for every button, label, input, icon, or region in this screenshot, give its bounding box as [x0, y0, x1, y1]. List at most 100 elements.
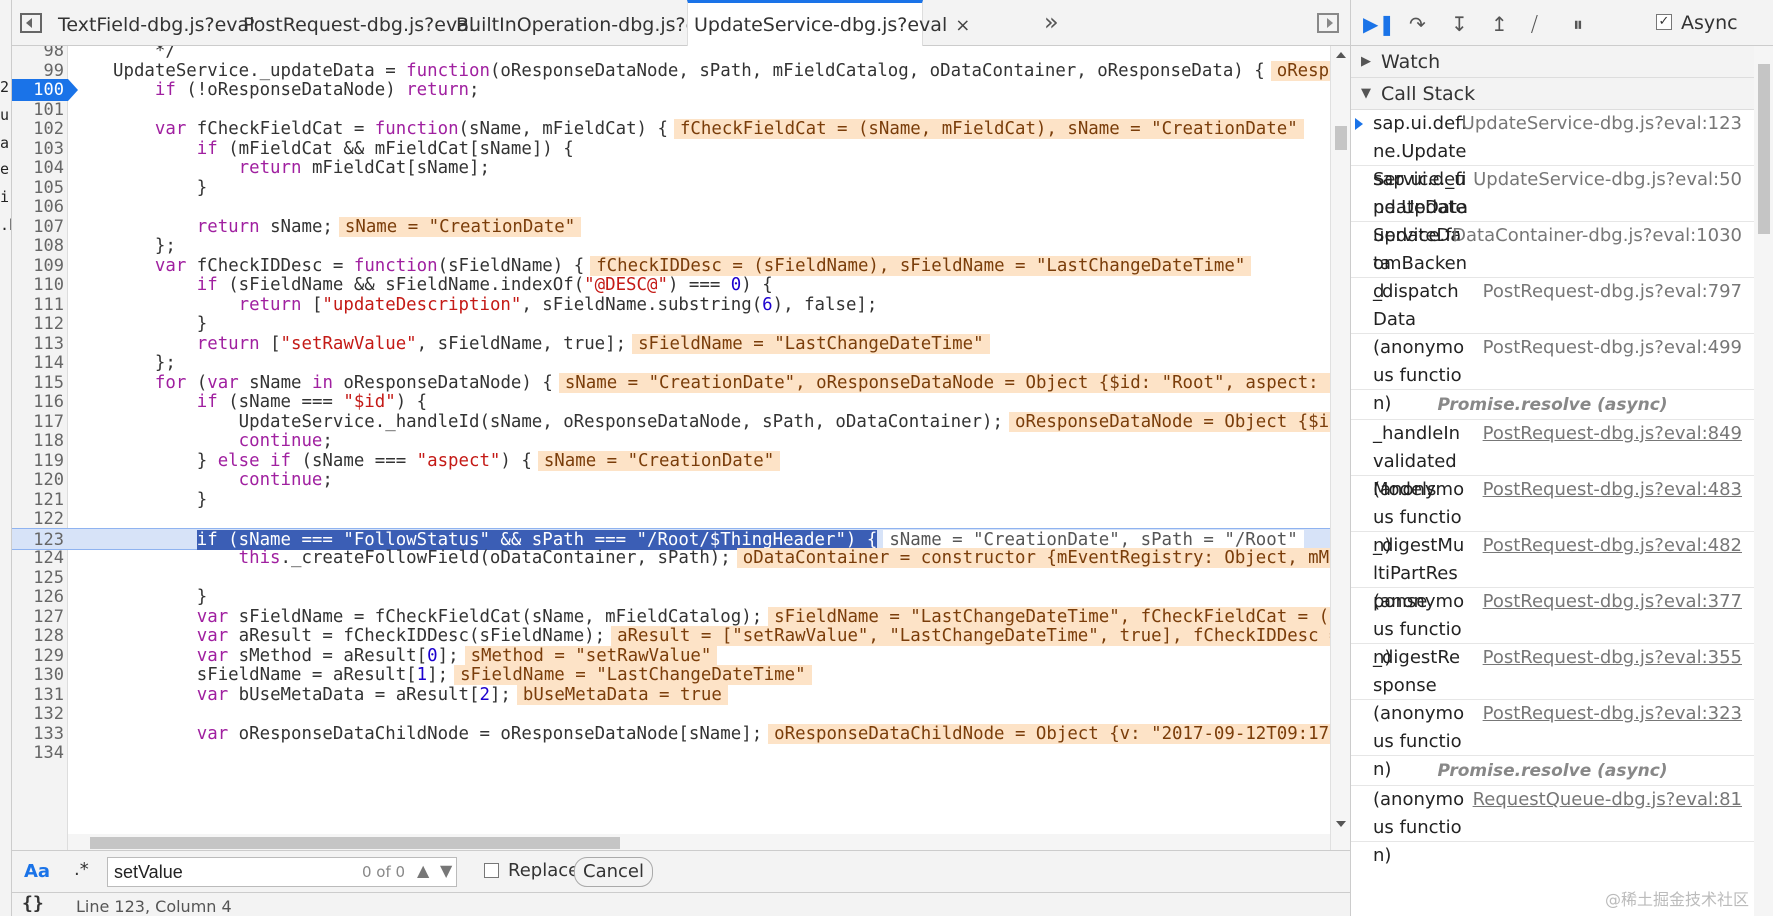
watch-section-header[interactable]: ▶ Watch — [1351, 46, 1754, 78]
code-token: ]; — [427, 665, 449, 685]
vertical-scroll-thumb[interactable] — [1335, 126, 1347, 150]
frame-location-link[interactable]: DataContainer-dbg.js?eval:1030 — [1452, 222, 1742, 250]
code-editor[interactable]: 98 */99 UpdateService._updateData = funct… — [12, 46, 1350, 850]
regex-toggle[interactable]: .* — [74, 859, 89, 880]
call-stack-frame[interactable]: _handleInvalidatedModels PostRequest-dbg.… — [1351, 420, 1754, 500]
pretty-print-button[interactable]: {} — [22, 893, 44, 914]
watch-label: Watch — [1381, 51, 1441, 73]
frame-location-link[interactable]: RequestQueue-dbg.js?eval:81 — [1473, 786, 1742, 814]
vertical-scrollbar[interactable] — [1330, 46, 1350, 850]
code-token: sMethod = aResult[ — [228, 645, 428, 666]
code-token: if — [196, 392, 218, 412]
step-out-icon[interactable]: ↥ — [1491, 12, 1508, 36]
toggle-debugger-icon[interactable] — [1317, 13, 1339, 33]
step-over-icon[interactable]: ↷ — [1409, 12, 1426, 36]
async-checkbox[interactable]: ✓ — [1656, 14, 1672, 30]
call-stack-frame[interactable]: (anonymous function) PostRequest-dbg.js?e… — [1351, 476, 1754, 556]
call-stack-frame[interactable]: (anonymous function) PostRequest-dbg.js?e… — [1351, 334, 1754, 414]
code-token: var — [196, 645, 229, 666]
horizontal-scrollbar[interactable] — [68, 834, 1330, 850]
frame-location-link[interactable]: UpdateService-dbg.js?eval:123 — [1462, 110, 1742, 138]
toggle-navigator-icon[interactable] — [20, 13, 42, 33]
frame-location-link[interactable]: PostRequest-dbg.js?eval:483 — [1483, 476, 1742, 504]
previous-match-icon[interactable]: ▲ — [417, 861, 429, 880]
pause-on-exceptions-icon[interactable]: ⏸ — [1573, 12, 1583, 36]
code-token: [ — [259, 333, 281, 354]
inline-variable-value: fCheckFieldCat = (sName, mFieldCat), sNa… — [673, 119, 1304, 139]
frame-location-link[interactable]: PostRequest-dbg.js?eval:355 — [1483, 644, 1742, 672]
frame-function-name: _digestResponse — [1373, 647, 1461, 696]
resume-icon[interactable]: ▶❚ — [1363, 12, 1395, 36]
tab-3[interactable]: BuiltInOperation-dbg.js?eval — [450, 0, 725, 46]
watermark: @稀土掘金技术社区 — [1605, 890, 1750, 909]
cancel-button[interactable]: Cancel — [574, 857, 653, 887]
code-token: , sFieldName, true]; — [416, 333, 627, 354]
call-stack-frame[interactable]: sap.ui.define.UpdateService.fromBackend U… — [1351, 166, 1754, 302]
step-into-icon[interactable]: ↧ — [1451, 12, 1468, 36]
code-token: } — [113, 587, 208, 607]
deactivate-breakpoints-icon[interactable]: ⧸ — [1531, 12, 1538, 36]
tab-label: BuiltInOperation-dbg.js?eval — [456, 14, 726, 36]
frame-location-link[interactable]: PostRequest-dbg.js?eval:797 — [1483, 278, 1742, 306]
code-token: 0 — [427, 645, 438, 666]
call-stack-frame[interactable]: (anonymous function) RequestQueue-dbg.js?… — [1351, 786, 1754, 866]
frame-location-link[interactable]: PostRequest-dbg.js?eval:377 — [1483, 588, 1742, 616]
scroll-down-icon[interactable] — [1336, 821, 1346, 827]
frame-location-link[interactable]: PostRequest-dbg.js?eval:323 — [1483, 700, 1742, 728]
inline-variable-value: bUseMetaData = true — [516, 684, 728, 705]
call-stack-scroll-thumb[interactable] — [1758, 64, 1770, 234]
code-token: "aspect" — [416, 450, 501, 471]
frame-location-link[interactable]: PostRequest-dbg.js?eval:849 — [1483, 420, 1742, 448]
call-stack-frame[interactable]: (anonymous function) PostRequest-dbg.js?e… — [1351, 588, 1754, 668]
match-case-toggle[interactable]: Aa — [24, 861, 50, 882]
frame-function-name: _dispatchData — [1373, 281, 1459, 330]
line-number[interactable]: 134 — [12, 742, 64, 764]
tab-label: UpdateService-dbg.js?eval — [694, 14, 948, 36]
frame-location-link[interactable]: UpdateService-dbg.js?eval:50 — [1473, 166, 1742, 194]
more-tabs-icon[interactable]: » — [1044, 8, 1059, 36]
code-token: function — [406, 60, 490, 81]
horizontal-scroll-thumb[interactable] — [90, 837, 620, 849]
code-token: sName; — [259, 216, 333, 237]
call-stack-frame[interactable]: (anonymous function) PostRequest-dbg.js?e… — [1351, 700, 1754, 780]
left-panel-edge: 2 uaei .h — [0, 0, 12, 916]
code-token: , sFieldName.substring( — [521, 294, 763, 315]
frame-location-link[interactable]: PostRequest-dbg.js?eval:482 — [1483, 532, 1742, 560]
call-stack-section-header[interactable]: ▼ Call Stack — [1351, 78, 1754, 110]
tab-2[interactable]: PostRequest-dbg.js?eval — [237, 0, 474, 46]
scroll-up-icon[interactable] — [1336, 52, 1346, 58]
code-token: } — [113, 489, 208, 510]
code-token: oResponseDataNode) { — [332, 372, 553, 393]
code-token: (sName, mFieldCat) { — [458, 119, 668, 139]
call-stack-scrollbar[interactable] — [1754, 46, 1773, 916]
code-token: var — [196, 684, 229, 705]
call-stack-frame[interactable]: _dispatchData PostRequest-dbg.js?eval:797 — [1351, 278, 1754, 334]
call-stack-frame[interactable]: sap.ui.define.UpdateService._updateData U… — [1351, 110, 1754, 218]
code-token: bUseMetaData = aResult[ — [228, 684, 480, 705]
replace-checkbox[interactable] — [484, 863, 499, 878]
left-stub-text: e — [0, 160, 10, 178]
inline-variable-value: oResponseDataChildNode = Object {v: "201… — [768, 723, 1346, 744]
frame-location-link[interactable]: PostRequest-dbg.js?eval:499 — [1483, 334, 1742, 362]
code-line[interactable]: 134 — [12, 742, 1332, 764]
tab-label: PostRequest-dbg.js?eval — [243, 14, 475, 36]
tab-4[interactable]: UpdateService-dbg.js?eval × — [687, 0, 970, 46]
code-token: ]; — [489, 684, 511, 705]
code-token: "$id" — [343, 392, 396, 412]
code-token: UpdateService._updateData = — [113, 60, 407, 81]
next-match-icon[interactable]: ▼ — [440, 861, 452, 880]
call-stack-frame[interactable]: _digestResponse PostRequest-dbg.js?eval:3… — [1351, 644, 1754, 700]
call-stack-frame[interactable]: updateData DataContainer-dbg.js?eval:1030 — [1351, 222, 1754, 278]
close-tab-icon[interactable]: × — [955, 15, 970, 36]
call-stack-frame[interactable]: _digestMultiPartResponse PostRequest-dbg.… — [1351, 532, 1754, 612]
tab-1[interactable]: TextField-dbg.js?eval — [52, 0, 254, 46]
